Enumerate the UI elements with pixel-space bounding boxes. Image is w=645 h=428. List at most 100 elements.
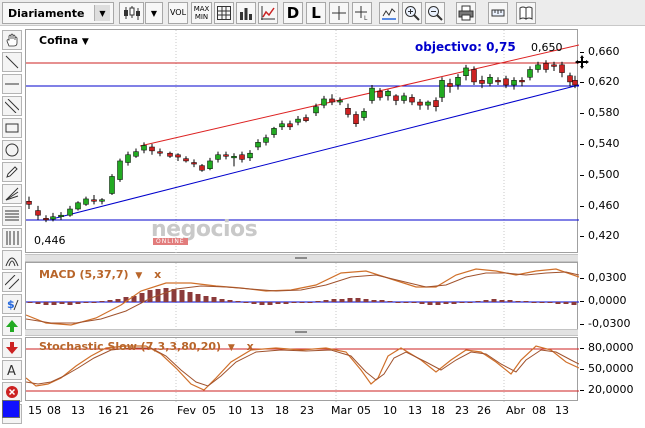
up-candle: [313, 106, 319, 114]
up-candle: [535, 64, 541, 70]
buy-arrow-tool[interactable]: [2, 316, 22, 336]
trend-line-tool[interactable]: [2, 52, 22, 72]
crosshair-button[interactable]: [329, 2, 349, 24]
close-indicator-icon[interactable]: x: [154, 268, 161, 281]
d-label: D: [286, 4, 300, 22]
macd-histogram-bar: [355, 298, 361, 302]
x-tick-label: 16: [98, 404, 112, 417]
draw-line-button[interactable]: [379, 2, 399, 24]
y-tick-mark: [580, 113, 584, 114]
l-button[interactable]: L: [306, 2, 326, 24]
y-tick-label: 0,0300: [588, 271, 627, 284]
fibonacci-retracement-tool[interactable]: [2, 206, 22, 226]
up-candle: [83, 198, 89, 205]
rectangle-icon: [5, 123, 19, 133]
macd-histogram-bar: [371, 300, 377, 302]
macd-histogram-bar: [51, 302, 57, 305]
up-candle: [455, 77, 461, 86]
macd-histogram-bar: [555, 302, 561, 304]
macd-histogram-bar: [323, 300, 329, 302]
pan-tool-button[interactable]: [2, 30, 22, 50]
text-tool[interactable]: A: [2, 360, 22, 380]
period-select[interactable]: Diariamente ▼: [2, 2, 114, 24]
symbol-selector[interactable]: Cofina ▼: [39, 34, 89, 47]
y-tick-label: -0,0300: [588, 317, 631, 330]
y-tick-mark: [580, 206, 584, 207]
macd-panel[interactable]: MACD (5,37,7) ▼ x: [25, 262, 579, 335]
macd-histogram-bar: [267, 302, 273, 305]
rectangle-tool[interactable]: [2, 118, 22, 138]
chevron-down-icon: ▼: [150, 8, 158, 18]
up-candle: [295, 118, 301, 123]
zoom-in-button[interactable]: [402, 2, 422, 24]
price-y-axis: 0,660 0,620 0,580 0,540 0,500 0,460 0,420: [580, 29, 645, 253]
svg-text:$: $: [7, 298, 15, 311]
bar-chart-button[interactable]: [236, 2, 256, 24]
horizontal-line-tool[interactable]: [2, 74, 22, 94]
macd-histogram-bar: [243, 302, 249, 303]
line-chart-button[interactable]: [258, 2, 278, 24]
up-candle: [99, 199, 105, 202]
crosshair-lock-button[interactable]: L: [352, 2, 372, 24]
up-candle: [215, 154, 221, 160]
zoom-out-button[interactable]: [425, 2, 445, 24]
panel-splitter[interactable]: [25, 329, 578, 336]
d-button[interactable]: D: [283, 2, 303, 24]
stochastic-title[interactable]: Stochastic Slow (7,3,3,80,20) ▼ x: [39, 340, 254, 353]
y-tick-mark: [580, 348, 584, 349]
volume-toggle-button[interactable]: VOL: [168, 2, 188, 24]
close-indicator-icon[interactable]: x: [247, 340, 254, 353]
macd-histogram-bar: [499, 300, 505, 302]
fan-tool[interactable]: [2, 184, 22, 204]
sell-arrow-tool[interactable]: [2, 338, 22, 358]
y-tick-label: 0,460: [588, 199, 620, 212]
macd-histogram-bar: [523, 301, 529, 302]
print-button[interactable]: [456, 2, 476, 24]
channel-tool[interactable]: [2, 96, 22, 116]
down-candle: [157, 151, 163, 154]
grip-icon: [295, 331, 307, 333]
price-chart-panel[interactable]: negocios ONLINE Cofina ▼ objectivo: 0,75…: [25, 29, 589, 254]
x-tick-label: 13: [250, 404, 264, 417]
macd-histogram-bar: [467, 302, 473, 303]
grid-toggle-button[interactable]: [214, 2, 234, 24]
period-value: Diariamente: [8, 6, 85, 20]
macd-histogram-bar: [339, 299, 345, 302]
down-candle: [572, 80, 578, 86]
candlestick-icon: [123, 6, 140, 20]
x-tick-label: 26: [140, 404, 154, 417]
dollar-tool[interactable]: $: [2, 294, 22, 314]
chart-type-dropdown[interactable]: ▼: [145, 2, 163, 24]
delete-tool[interactable]: [2, 382, 22, 402]
x-tick-label: Fev: [177, 404, 197, 417]
y-tick-label: 0,580: [588, 106, 620, 119]
macd-histogram-bar: [275, 302, 281, 304]
parallel-channel-tool[interactable]: [2, 272, 22, 292]
up-candle: [125, 154, 131, 163]
macd-histogram-bar: [531, 302, 537, 303]
max-min-toggle-button[interactable]: MAX MIN: [191, 2, 212, 24]
ruler-button[interactable]: [488, 2, 508, 24]
ellipse-tool[interactable]: [2, 140, 22, 160]
y-tick-mark: [580, 390, 584, 391]
macd-histogram-bar: [547, 302, 553, 303]
fan-lines-icon: [5, 187, 19, 201]
color-picker[interactable]: [2, 400, 20, 418]
macd-title[interactable]: MACD (5,37,7) ▼ x: [39, 268, 161, 281]
fibonacci-arc-tool[interactable]: [2, 250, 22, 270]
up-candle: [263, 137, 269, 143]
y-tick-label: 0,420: [588, 229, 620, 242]
candlestick-type-button[interactable]: [119, 2, 144, 24]
up-candle: [321, 98, 327, 106]
down-candle: [567, 75, 573, 83]
panel-splitter[interactable]: [25, 254, 578, 262]
stochastic-panel[interactable]: Stochastic Slow (7,3,3,80,20) ▼ x: [25, 337, 579, 402]
macd-histogram-bar: [251, 302, 257, 304]
fibonacci-time-tool[interactable]: [2, 228, 22, 248]
pencil-tool[interactable]: [2, 162, 22, 182]
up-candle: [425, 101, 431, 106]
macd-histogram-bar: [427, 302, 433, 305]
manual-button[interactable]: [516, 2, 536, 24]
x-tick-label: 05: [202, 404, 216, 417]
down-candle: [91, 199, 97, 202]
